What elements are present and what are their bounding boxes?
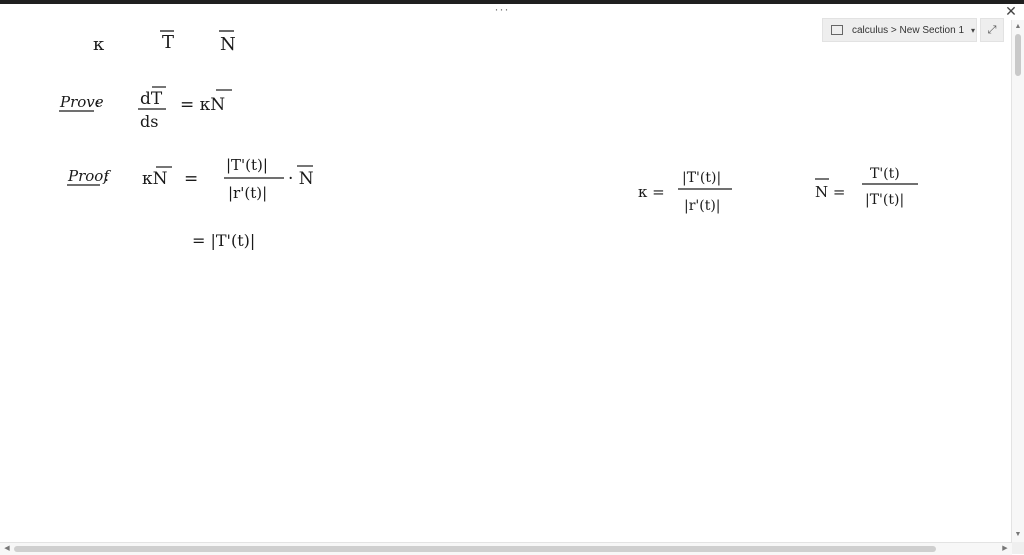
prove-rhs: = κN <box>180 95 225 115</box>
scroll-up-icon[interactable]: ▲ <box>1012 22 1024 32</box>
section-breadcrumb[interactable]: calculus > New Section 1 ▾ <box>822 18 977 42</box>
N-definition-numerator: T'(t) <box>870 166 900 182</box>
T-symbol: T <box>162 32 174 53</box>
proof-colon: : <box>104 167 109 185</box>
kappa-definition-denominator: |r'(t)| <box>684 198 721 214</box>
notebook-name: calculus <box>852 24 889 36</box>
breadcrumb-separator: > <box>890 24 897 36</box>
vertical-scroll-thumb[interactable] <box>1015 34 1021 76</box>
horizontal-scroll-thumb[interactable] <box>14 546 936 552</box>
proof-lhs: κN <box>142 169 168 189</box>
vertical-scrollbar[interactable]: ▲ ▼ <box>1011 20 1024 542</box>
page-icon <box>831 25 843 35</box>
proof-dot-N: · N <box>288 169 314 189</box>
N-definition-lhs: N = <box>815 183 845 201</box>
proof-equals: = <box>184 169 198 189</box>
breadcrumb-text: calculus > New Section 1 <box>852 25 964 36</box>
proof-fraction-denominator: |r'(t)| <box>228 184 267 202</box>
N-symbol: N <box>220 34 236 55</box>
expand-icon[interactable]: ⤢ <box>980 18 1004 42</box>
kappa-definition-numerator: |T'(t)| <box>682 170 721 186</box>
N-definition-denominator: |T'(t)| <box>865 192 904 208</box>
prove-lhs-denominator: ds <box>140 112 158 131</box>
proof-second-line: = |T'(t)| <box>192 231 255 250</box>
scroll-right-icon[interactable]: ▶ <box>1000 543 1010 555</box>
section-name: New Section 1 <box>899 24 965 36</box>
proof-fraction-numerator: |T'(t)| <box>226 156 268 174</box>
scroll-down-icon[interactable]: ▼ <box>1012 530 1024 540</box>
kappa-definition-lhs: κ = <box>638 183 665 201</box>
handwritten-notes: κ T N Prove : dT ds = κN Proof : κN = |T… <box>59 30 918 250</box>
kappa-symbol: κ <box>93 34 105 55</box>
prove-lhs-numerator: dT <box>140 89 163 109</box>
scrollbar-corner <box>1012 542 1024 554</box>
chevron-down-icon[interactable]: ▾ <box>971 26 975 35</box>
horizontal-scrollbar[interactable]: ◀ ▶ <box>0 542 1012 555</box>
prove-colon: : <box>95 93 100 111</box>
scroll-left-icon[interactable]: ◀ <box>2 543 12 555</box>
